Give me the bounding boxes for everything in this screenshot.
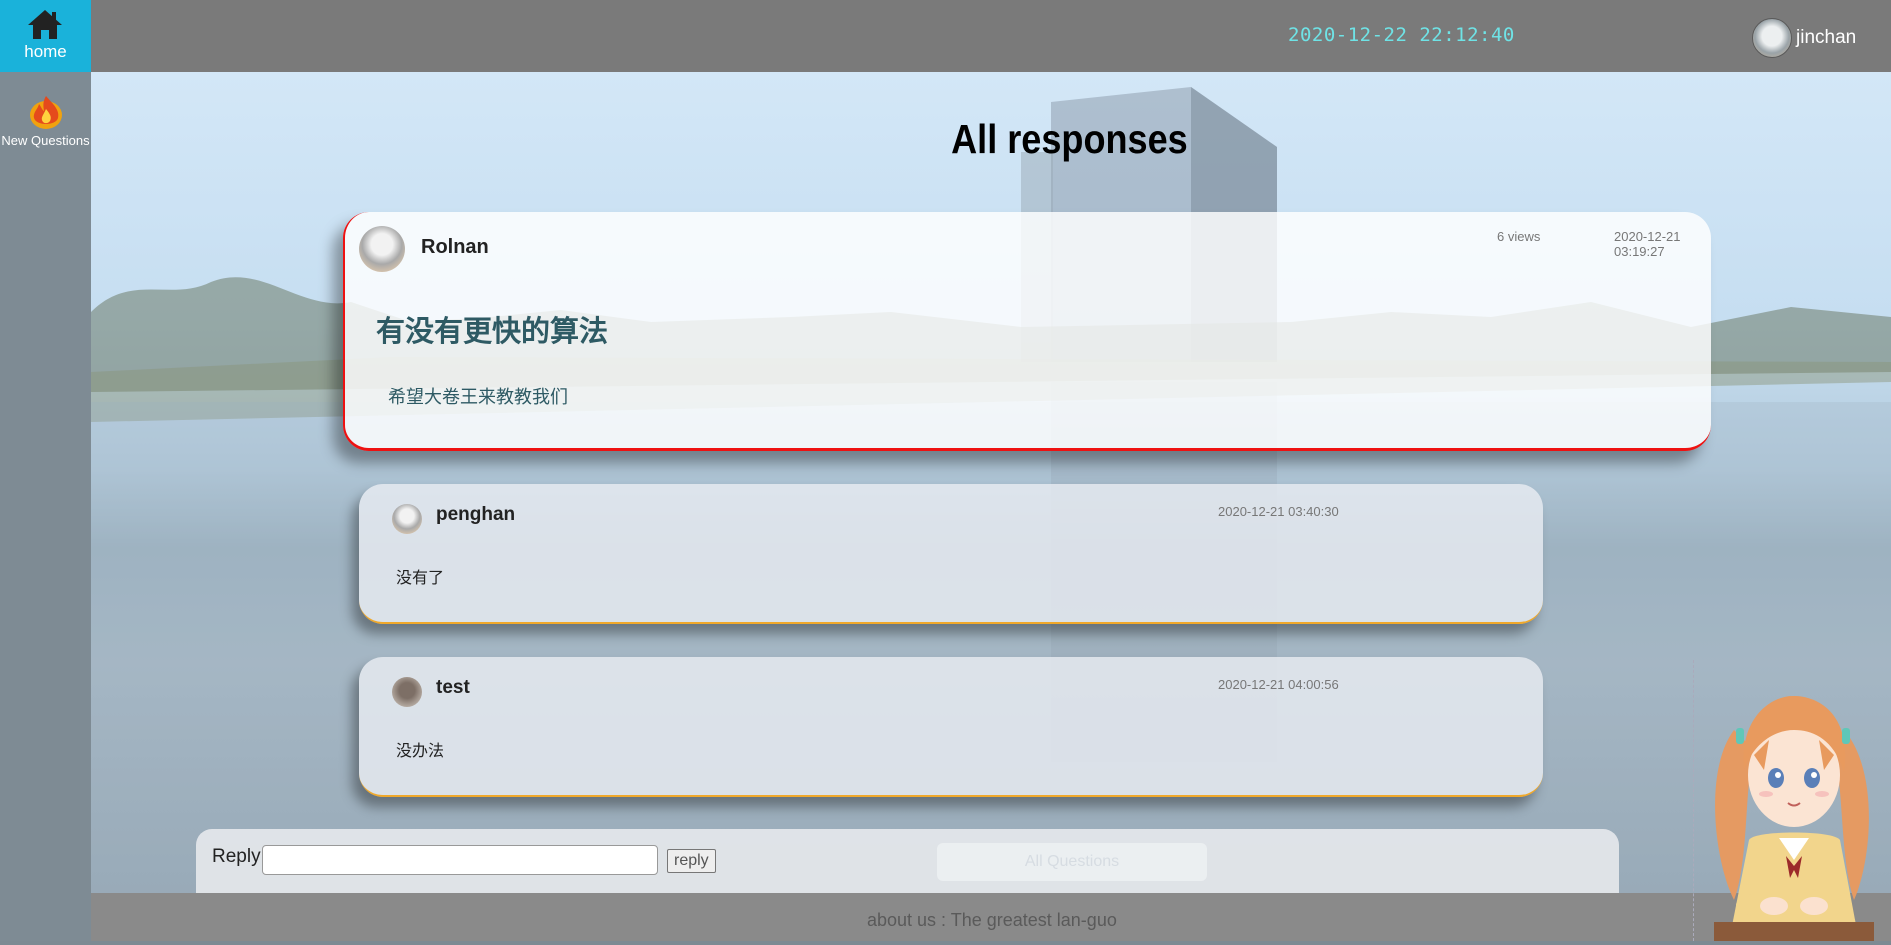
response-author[interactable]: penghan xyxy=(436,504,515,526)
footer: about us : The greatest lan-guo xyxy=(91,893,1891,941)
sidebar: New Questions xyxy=(0,72,91,941)
clock: 2020-12-22 22:12:40 xyxy=(1288,24,1515,46)
question-body: 希望大卷王来教教我们 xyxy=(388,387,568,408)
response-timestamp: 2020-12-21 03:40:30 xyxy=(1218,504,1339,519)
author-avatar xyxy=(392,504,422,534)
response-body: 没办法 xyxy=(396,741,445,760)
main-content: All responses Rolnan 6 views 2020-12-21 … xyxy=(91,72,1891,893)
response-card: penghan 2020-12-21 03:40:30 没有了 xyxy=(359,484,1543,624)
footer-about-link[interactable]: about us : The greatest lan-guo xyxy=(867,910,1117,931)
all-questions-button[interactable]: All Questions xyxy=(937,843,1207,881)
home-label: home xyxy=(24,42,67,61)
author-avatar xyxy=(392,677,422,707)
response-card: test 2020-12-21 04:00:56 没办法 xyxy=(359,657,1543,797)
reply-label: Reply xyxy=(212,846,261,867)
home-icon xyxy=(28,10,62,39)
user-menu[interactable]: jinchan xyxy=(1752,18,1856,58)
top-bar: home 2020-12-22 22:12:40 jinchan xyxy=(0,0,1891,72)
home-button[interactable]: home xyxy=(0,0,91,72)
sidebar-item-new-questions[interactable]: New Questions xyxy=(0,92,91,150)
page-title: All responses xyxy=(951,116,1188,162)
response-author[interactable]: test xyxy=(436,677,470,699)
username: jinchan xyxy=(1796,27,1857,48)
response-timestamp: 2020-12-21 04:00:56 xyxy=(1218,677,1339,692)
view-count: 6 views xyxy=(1497,229,1541,244)
question-card: Rolnan 6 views 2020-12-21 03:19:27 有没有更快… xyxy=(343,212,1711,451)
question-title: 有没有更快的算法 xyxy=(376,314,609,348)
author-avatar xyxy=(359,226,405,272)
anime-mascot-widget[interactable] xyxy=(1693,660,1891,941)
reply-button[interactable]: reply xyxy=(667,849,716,873)
sidebar-item-label: New Questions xyxy=(1,133,90,148)
response-body: 没有了 xyxy=(396,568,445,587)
mascot-character-illustration xyxy=(1714,695,1874,941)
question-author[interactable]: Rolnan xyxy=(421,236,489,259)
question-timestamp: 2020-12-21 03:19:27 xyxy=(1614,229,1681,259)
reply-form: Reply reply All Questions xyxy=(196,829,1619,893)
fire-icon xyxy=(29,96,62,129)
user-avatar xyxy=(1752,18,1792,58)
reply-input[interactable] xyxy=(262,845,658,875)
